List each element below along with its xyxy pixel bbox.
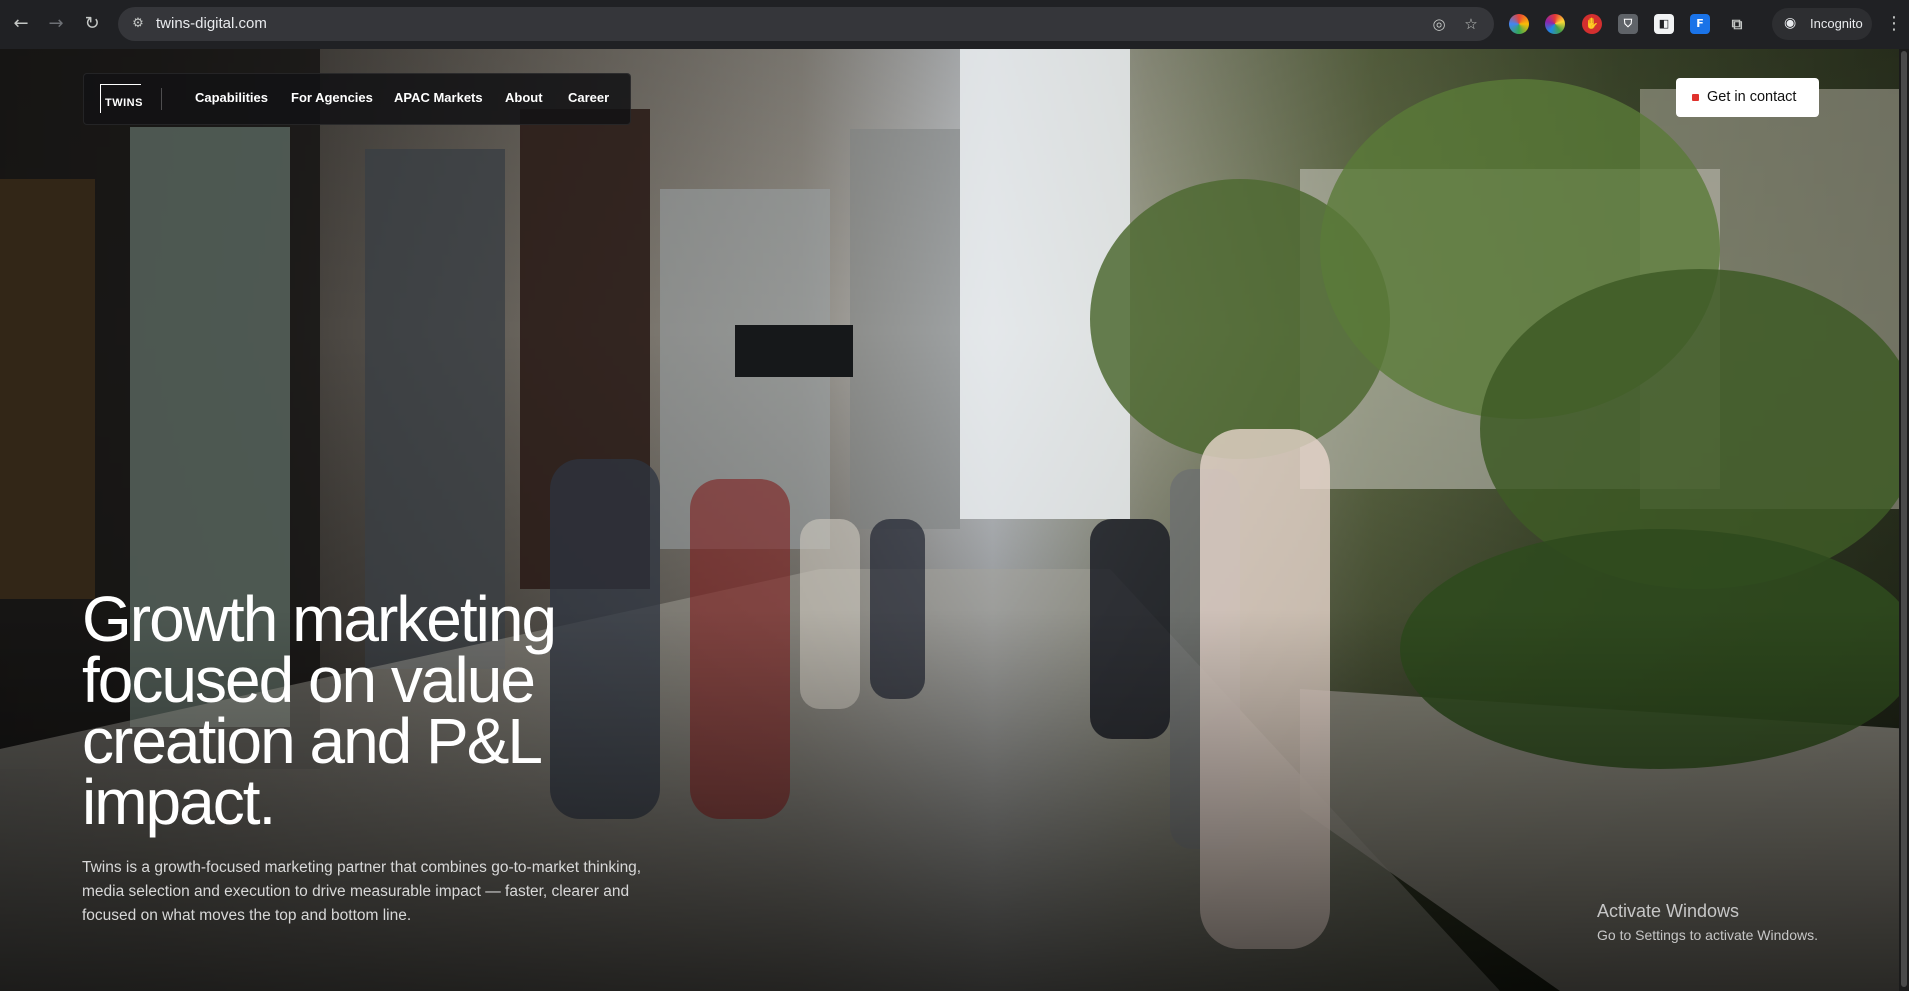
url-text[interactable]: twins-digital.com [156, 15, 267, 32]
cta-label: Get in contact [1707, 89, 1797, 105]
incognito-icon: ◉ [1784, 15, 1797, 31]
ft-extension-icon[interactable]: F [1690, 14, 1710, 34]
reload-icon[interactable]: ↻ [80, 12, 104, 36]
shield-extension-icon[interactable]: ⛉ [1618, 14, 1638, 34]
nav-link-for-agencies[interactable]: For Agencies [291, 90, 373, 105]
incognito-badge[interactable]: ◉ Incognito [1772, 8, 1872, 40]
adblock-extension-icon[interactable]: ✋ [1582, 14, 1602, 34]
incognito-label: Incognito [1810, 16, 1863, 31]
page-viewport: TWINS Capabilities For Agencies APAC Mar… [0, 49, 1909, 991]
eye-off-icon[interactable]: ◎ [1428, 13, 1450, 35]
puzzle-extensions-icon[interactable]: ⧉ [1727, 14, 1747, 34]
get-in-contact-button[interactable]: Get in contact [1676, 78, 1819, 117]
site-navbar: TWINS Capabilities For Agencies APAC Mar… [83, 73, 631, 125]
nav-link-career[interactable]: Career [568, 90, 609, 105]
forward-arrow-icon[interactable]: → [44, 12, 68, 36]
nav-link-capabilities[interactable]: Capabilities [195, 90, 268, 105]
hero-subtitle: Twins is a growth-focused marketing part… [82, 859, 642, 924]
logo-text: TWINS [105, 97, 143, 109]
browser-menu-icon[interactable]: ⋮ [1885, 12, 1903, 36]
chrome-extension-icon[interactable] [1509, 14, 1529, 34]
scrollbar-thumb[interactable] [1901, 51, 1907, 987]
twins-logo[interactable]: TWINS [100, 84, 143, 113]
site-info-icon[interactable]: ⚙ [128, 14, 148, 34]
nav-link-about[interactable]: About [505, 90, 543, 105]
page-scrollbar[interactable] [1899, 49, 1909, 991]
hero-background-image [0, 49, 1909, 991]
color-picker-extension-icon[interactable] [1545, 14, 1565, 34]
address-bar[interactable]: ⚙ twins-digital.com ◎ ☆ [118, 7, 1494, 41]
nav-link-apac-markets[interactable]: APAC Markets [394, 90, 483, 105]
hero-title: Growth marketing focused on value creati… [82, 583, 557, 838]
note-extension-icon[interactable]: ◧ [1654, 14, 1674, 34]
cta-dot-icon [1692, 94, 1699, 101]
bookmark-star-icon[interactable]: ☆ [1460, 13, 1482, 35]
activate-windows-title: Activate Windows [1597, 901, 1740, 921]
browser-toolbar: ← → ↻ ⚙ twins-digital.com ◎ ☆ ✋ ⛉ ◧ F ⧉ … [0, 0, 1909, 50]
back-arrow-icon[interactable]: ← [9, 12, 33, 36]
activate-windows-subtitle: Go to Settings to activate Windows. [1597, 927, 1818, 943]
nav-divider [161, 88, 162, 110]
